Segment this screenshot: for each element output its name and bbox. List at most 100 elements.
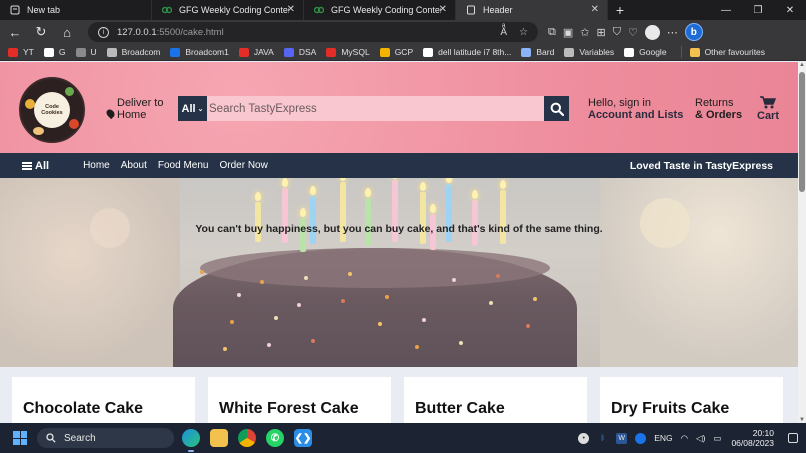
close-icon[interactable]: ✕ <box>287 4 295 15</box>
sprinkle <box>297 303 301 307</box>
nav-order-now[interactable]: Order Now <box>219 160 267 171</box>
clock-time: 20:10 <box>752 428 774 438</box>
search-icon <box>46 433 56 443</box>
reload-icon[interactable]: ↻ <box>30 21 52 43</box>
back-arrow-icon[interactable]: ← <box>4 21 26 43</box>
read-aloud-icon[interactable]: A͏ͣ <box>500 27 507 38</box>
minimize-icon[interactable]: — <box>710 0 742 20</box>
info-icon[interactable]: i <box>98 26 109 38</box>
bookmark-item[interactable]: GCP <box>379 47 413 57</box>
tab-new-tab[interactable]: New tab <box>0 0 152 20</box>
cart-label: Cart <box>757 110 780 122</box>
volume-icon[interactable]: ◁) <box>696 433 705 444</box>
bookmark-label: U <box>90 47 97 57</box>
bookmark-item[interactable]: dell latitude i7 8th... <box>423 47 511 57</box>
language-indicator[interactable]: ENG <box>654 433 672 443</box>
taskbar-clock[interactable]: 20:10 06/08/2023 <box>731 428 774 448</box>
profile-avatar[interactable] <box>644 24 660 40</box>
sprinkle <box>237 293 241 297</box>
site-logo[interactable]: Code Cookies <box>19 77 85 143</box>
deliver-to[interactable]: Deliver to Home <box>104 97 163 121</box>
extensions-icon[interactable]: ⧉ <box>548 26 556 39</box>
wifi-icon[interactable]: ◠ <box>681 433 688 444</box>
bookmark-item[interactable]: YT <box>8 47 34 57</box>
returns-orders[interactable]: Returns & Orders <box>695 97 742 121</box>
more-options-icon[interactable]: ⋯ <box>667 26 678 39</box>
search-button[interactable] <box>544 96 569 121</box>
card-title: Butter Cake <box>415 400 505 417</box>
account-signin[interactable]: Hello, sign in Account and Lists <box>588 97 683 121</box>
bookmark-label: G <box>58 47 66 57</box>
bookmark-item[interactable]: MySQL <box>326 47 370 57</box>
bookmark-item[interactable]: JAVA <box>238 47 274 57</box>
close-icon[interactable]: ✕ <box>439 4 447 15</box>
nav-all-menu[interactable]: All <box>22 160 49 172</box>
product-card[interactable]: Chocolate Cake <box>12 377 195 423</box>
browser-essentials-icon[interactable]: ♡ <box>628 26 638 39</box>
bookmark-item[interactable]: Bard <box>521 47 554 57</box>
bookmark-item[interactable]: Variables <box>564 47 614 57</box>
bing-chat-icon[interactable]: b <box>684 23 703 41</box>
other-favourites[interactable]: Other favourites <box>689 47 765 57</box>
cart-button[interactable]: Cart <box>757 96 779 122</box>
bluetooth-icon[interactable]: ᛒ <box>597 433 608 444</box>
bookmark-label: dell latitude i7 8th... <box>438 47 512 57</box>
chevron-down-icon: ⌄ <box>197 105 204 113</box>
favorites-icon[interactable]: ✩ <box>580 26 589 39</box>
candle-flame <box>446 178 452 183</box>
edge-icon[interactable] <box>182 429 200 452</box>
scrollbar-thumb[interactable] <box>799 72 805 192</box>
shield-icon[interactable]: ⛉ <box>613 26 621 39</box>
favorite-star-icon[interactable]: ☆ <box>519 27 528 38</box>
chrome-icon[interactable] <box>238 429 256 447</box>
gfg-icon <box>162 6 172 14</box>
nav-food-menu[interactable]: Food Menu <box>158 160 209 171</box>
taskbar-search-label: Search <box>64 432 96 444</box>
split-screen-icon[interactable]: ▣ <box>563 26 573 39</box>
taskbar-search[interactable]: Search <box>37 428 174 448</box>
bookmark-item[interactable]: Broadcom <box>106 47 160 57</box>
nav-about[interactable]: About <box>121 160 147 171</box>
tab-gfg-contest-2[interactable]: GFG Weekly Coding Contest - 1 ✕ <box>304 0 456 20</box>
whatsapp-icon[interactable]: ✆ <box>266 429 284 447</box>
page-scrollbar[interactable]: ▲ ▼ <box>798 62 806 423</box>
tab-header[interactable]: Header ✕ <box>456 0 608 20</box>
bookmark-item[interactable]: Google <box>624 47 667 57</box>
deliver-location: Home <box>117 109 147 121</box>
notification-icon[interactable] <box>788 433 798 443</box>
product-card[interactable]: Dry Fruits Cake <box>600 377 783 423</box>
tab-title: GFG Weekly Coding Contest - 1 <box>331 5 441 15</box>
new-tab-button[interactable]: + <box>608 0 632 20</box>
home-icon[interactable]: ⌂ <box>56 21 78 43</box>
bookmark-item[interactable]: Broadcom1 <box>170 47 229 57</box>
hero-banner: You can't buy happiness, but you can buy… <box>0 178 798 367</box>
close-window-icon[interactable]: ✕ <box>774 0 806 20</box>
browser-toolbar: ← ↻ ⌂ i 127.0.0.1:5500/cake.html A͏ͣ ☆ ⧉… <box>0 20 806 44</box>
battery-icon[interactable]: ▭ <box>713 433 721 444</box>
vscode-icon[interactable]: ❮❯ <box>294 429 312 447</box>
tray-app-icon[interactable]: • <box>578 432 590 444</box>
vpn-icon[interactable] <box>635 432 647 444</box>
nav-home[interactable]: Home <box>83 160 110 171</box>
scroll-up-icon[interactable]: ▲ <box>799 62 805 68</box>
search-icon <box>550 102 564 116</box>
collections-icon[interactable]: ⊞ <box>596 26 605 39</box>
maximize-icon[interactable]: ❐ <box>742 0 774 20</box>
product-card[interactable]: White Forest Cake <box>208 377 391 423</box>
card-title: White Forest Cake <box>219 400 359 417</box>
file-explorer-icon[interactable] <box>210 429 228 447</box>
bookmark-item[interactable]: DSA <box>283 47 317 57</box>
bookmark-label: DSA <box>298 47 317 57</box>
bookmark-item[interactable]: U <box>75 47 97 57</box>
search-input[interactable] <box>207 96 544 121</box>
word-icon[interactable]: W <box>616 432 628 444</box>
tab-gfg-contest[interactable]: GFG Weekly Coding Contest ✕ <box>152 0 304 20</box>
close-icon[interactable]: ✕ <box>591 4 599 15</box>
search-category-select[interactable]: All ⌄ <box>178 96 207 121</box>
address-bar[interactable]: i 127.0.0.1:5500/cake.html A͏ͣ ☆ <box>88 22 538 42</box>
product-card[interactable]: Butter Cake <box>404 377 587 423</box>
hero-quote: You can't buy happiness, but you can buy… <box>195 223 603 235</box>
bookmark-item[interactable]: G <box>43 47 66 57</box>
sprinkle <box>526 324 530 328</box>
windows-start-icon[interactable] <box>13 431 27 445</box>
